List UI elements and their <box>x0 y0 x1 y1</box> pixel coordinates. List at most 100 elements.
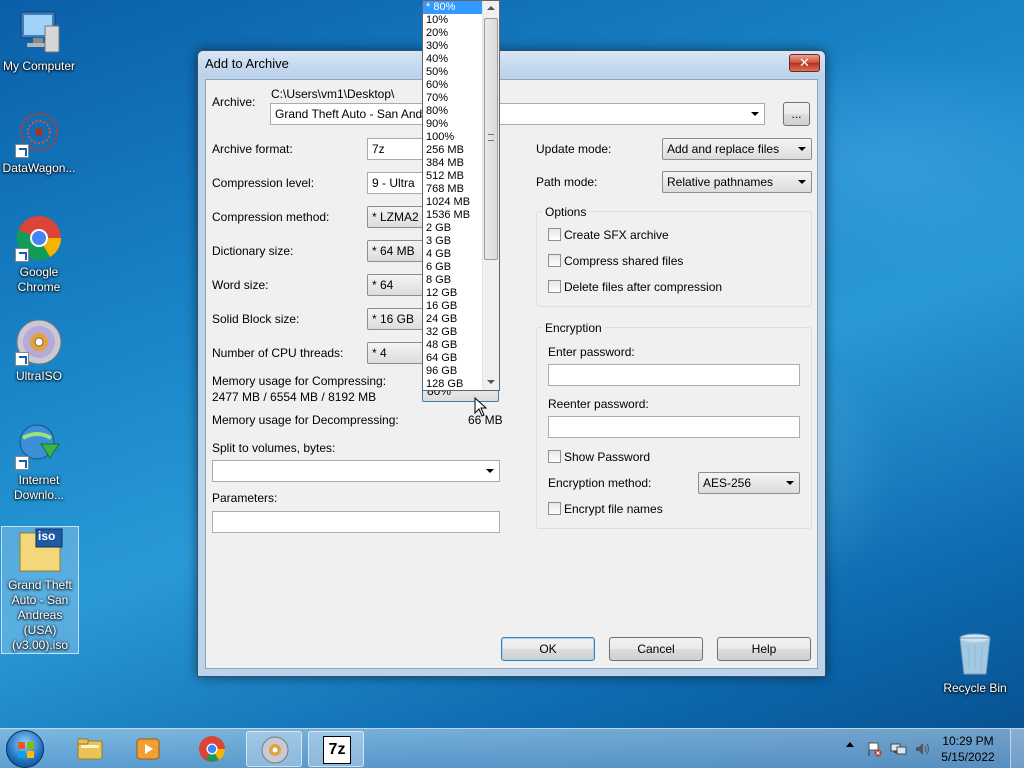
taskbar-chrome[interactable] <box>184 731 240 767</box>
enter-password-input[interactable] <box>548 364 800 386</box>
desktop-icon-label: Google Chrome <box>17 265 61 294</box>
word-size-label: Word size: <box>212 278 269 292</box>
desktop-icon-recycle-bin[interactable]: Recycle Bin <box>936 630 1014 696</box>
memory-decompress-label: Memory usage for Decompressing: <box>212 413 399 427</box>
checkbox-unchecked-icon <box>548 280 561 293</box>
taskbar-explorer[interactable] <box>62 731 118 767</box>
enter-password-label: Enter password: <box>548 345 635 359</box>
archive-label: Archive: <box>212 95 256 109</box>
encrypt-names-checkbox[interactable]: Encrypt file names <box>548 502 663 516</box>
compression-method-label: Compression method: <box>212 210 330 224</box>
dialog-title: Add to Archive <box>205 56 289 71</box>
checkbox-unchecked-icon <box>548 228 561 241</box>
start-button[interactable] <box>6 730 44 768</box>
reenter-password-label: Reenter password: <box>548 397 649 411</box>
encryption-method-combo[interactable]: AES-256 <box>698 472 800 494</box>
dialog-client-area: Archive: C:\Users\vm1\Desktop\ Grand The… <box>205 79 818 669</box>
reenter-password-input[interactable] <box>548 416 800 438</box>
help-button[interactable]: Help <box>717 637 811 661</box>
dictionary-size-value: * 64 MB <box>372 244 415 258</box>
desktop-icon-ultraiso[interactable]: UltraISO <box>0 318 78 384</box>
desktop-icon-label: Internet Downlo... <box>13 473 65 502</box>
shortcut-arrow-icon <box>15 456 29 470</box>
parameters-label: Parameters: <box>212 491 278 505</box>
taskbar-ultraiso[interactable] <box>246 731 302 767</box>
volume-icon[interactable] <box>914 741 932 757</box>
action-center-flag-icon[interactable] <box>866 741 882 757</box>
scrollbar-thumb[interactable] <box>484 18 498 260</box>
desktop-icon-label: DataWagon... <box>2 161 76 175</box>
show-password-checkbox[interactable]: Show Password <box>548 450 650 464</box>
archive-path: C:\Users\vm1\Desktop\ <box>271 87 395 101</box>
media-player-icon <box>136 738 160 760</box>
desktop-icon-iso-file[interactable]: iso Grand Theft Auto - San Andreas (USA)… <box>1 526 79 654</box>
desktop-icon-label: UltraISO <box>15 369 62 383</box>
archive-format-label: Archive format: <box>212 142 293 156</box>
taskbar-7zip[interactable]: 7z <box>308 731 364 767</box>
compress-shared-label: Compress shared files <box>564 254 684 268</box>
clock-time: 10:29 PM <box>942 734 994 748</box>
chrome-icon <box>199 736 226 762</box>
path-mode-label: Path mode: <box>536 175 598 189</box>
shortcut-arrow-icon <box>15 352 29 366</box>
add-to-archive-dialog: Add to Archive ✕ Archive: C:\Users\vm1\D… <box>197 50 826 677</box>
disc-icon <box>15 318 63 366</box>
dictionary-size-label: Dictionary size: <box>212 244 294 258</box>
taskbar-media-player[interactable] <box>120 731 176 767</box>
update-mode-label: Update mode: <box>536 142 612 156</box>
network-icon[interactable] <box>890 741 908 757</box>
desktop-icon-my-computer[interactable]: My Computer <box>0 8 78 74</box>
dialog-titlebar[interactable]: Add to Archive <box>198 51 825 77</box>
scroll-up-arrow-icon[interactable] <box>483 1 499 17</box>
encryption-method-value: AES-256 <box>703 476 752 490</box>
sevenzip-icon-text: 7z <box>328 741 346 758</box>
memory-usage-dropdown-list[interactable]: * 80% 10% 20% 30% 40% 50% 60% 70% 80% 90% 100% 256 … <box>422 0 500 391</box>
create-sfx-checkbox[interactable]: Create SFX archive <box>548 228 669 242</box>
split-volumes-combo[interactable] <box>212 460 500 482</box>
options-title: Options <box>542 205 590 219</box>
desktop-icon-datawagon[interactable]: DataWagon... <box>0 110 78 176</box>
dropdown-scrollbar[interactable] <box>482 1 499 390</box>
folder-icon <box>77 738 103 760</box>
solid-block-label: Solid Block size: <box>212 312 300 326</box>
show-desktop-button[interactable] <box>1010 729 1024 768</box>
encryption-method-label: Encryption method: <box>548 476 652 490</box>
compress-shared-checkbox[interactable]: Compress shared files <box>548 254 683 268</box>
close-button[interactable]: ✕ <box>789 54 820 72</box>
update-mode-combo[interactable]: Add and replace files <box>662 138 812 160</box>
recycle-bin-icon <box>951 630 999 678</box>
desktop-icon-google-chrome[interactable]: Google Chrome <box>0 214 78 295</box>
scroll-down-arrow-icon[interactable] <box>483 374 499 390</box>
show-hidden-icons-chevron-icon[interactable] <box>846 742 854 747</box>
create-sfx-label: Create SFX archive <box>564 228 669 242</box>
clock-date: 5/15/2022 <box>941 750 995 764</box>
word-size-value: * 64 <box>372 278 394 292</box>
chevron-down-icon <box>786 481 794 485</box>
path-mode-combo[interactable]: Relative pathnames <box>662 171 812 193</box>
system-clock[interactable]: 10:29 PM 5/15/2022 <box>938 733 998 765</box>
cpu-threads-value: * 4 <box>372 346 387 360</box>
memory-compress-value: 2477 MB / 6554 MB / 8192 MB <box>212 390 377 404</box>
desktop-icon-label: Recycle Bin <box>943 681 1007 695</box>
chevron-down-icon <box>486 469 494 473</box>
chevron-down-icon <box>798 147 806 151</box>
cancel-button[interactable]: Cancel <box>609 637 703 661</box>
ok-button[interactable]: OK <box>501 637 595 661</box>
chrome-icon <box>15 214 63 262</box>
compression-level-label: Compression level: <box>212 176 315 190</box>
cpu-threads-label: Number of CPU threads: <box>212 346 344 360</box>
delete-after-checkbox[interactable]: Delete files after compression <box>548 280 722 294</box>
parameters-input[interactable] <box>212 511 500 533</box>
archive-name-combo[interactable]: Grand Theft Auto - San Andreas <box>270 103 765 125</box>
desktop-icon-internet-download-manager[interactable]: Internet Downlo... <box>0 422 78 503</box>
computer-icon <box>15 8 63 56</box>
compression-level-value: 9 - Ultra <box>372 176 415 190</box>
memory-compress-label: Memory usage for Compressing: <box>212 374 387 388</box>
encryption-title: Encryption <box>542 321 605 335</box>
split-volumes-label: Split to volumes, bytes: <box>212 441 336 455</box>
datawagon-icon <box>15 110 63 158</box>
desktop-icon-label: Grand Theft Auto - San Andreas (USA) (v3… <box>8 578 72 652</box>
compression-method-value: * LZMA2 <box>372 210 419 224</box>
browse-button[interactable]: ... <box>783 102 810 126</box>
globe-download-icon <box>15 422 63 470</box>
